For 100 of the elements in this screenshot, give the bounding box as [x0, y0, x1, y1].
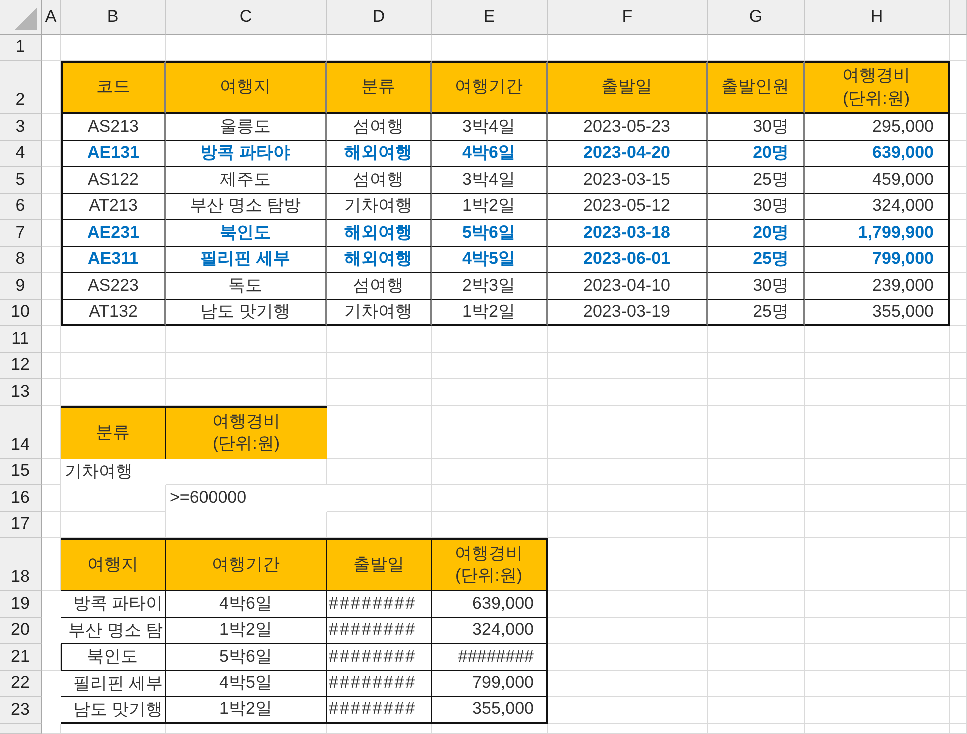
empty-cell[interactable] — [708, 512, 805, 538]
row-header[interactable]: 5 — [0, 167, 42, 194]
empty-cell[interactable] — [327, 458, 432, 485]
empty-cell[interactable] — [805, 618, 950, 644]
row-header[interactable]: 18 — [0, 538, 42, 591]
empty-cell[interactable] — [327, 352, 432, 379]
empty-cell[interactable] — [432, 485, 548, 512]
table-cell: 324,000 — [432, 618, 548, 644]
empty-cell[interactable] — [805, 379, 950, 406]
empty-cell[interactable] — [950, 406, 967, 458]
table-cell: 2023-04-20 — [548, 140, 708, 167]
column-header[interactable]: B — [61, 0, 166, 35]
table-cell: AS122 — [61, 167, 166, 194]
empty-cell[interactable] — [432, 406, 548, 458]
empty-cell[interactable] — [548, 724, 708, 734]
empty-cell[interactable] — [950, 458, 967, 485]
table-cell: 324,000 — [805, 194, 950, 220]
empty-cell[interactable] — [548, 458, 708, 485]
column-header[interactable] — [950, 0, 967, 35]
row-header[interactable]: 4 — [0, 140, 42, 167]
empty-cell[interactable] — [805, 485, 950, 512]
empty-cell[interactable] — [708, 485, 805, 512]
empty-cell[interactable] — [708, 352, 805, 379]
row-header[interactable] — [0, 724, 42, 734]
empty-cell[interactable] — [548, 406, 708, 458]
empty-cell[interactable] — [708, 644, 805, 670]
row-header[interactable]: 16 — [0, 485, 42, 512]
empty-cell[interactable] — [432, 458, 548, 485]
empty-cell[interactable] — [950, 326, 967, 352]
empty-cell[interactable] — [708, 697, 805, 724]
empty-cell[interactable] — [950, 618, 967, 644]
empty-cell[interactable] — [805, 724, 950, 734]
row-header[interactable]: 23 — [0, 697, 42, 724]
empty-cell[interactable] — [432, 352, 548, 379]
row-header[interactable]: 20 — [0, 618, 42, 644]
row-header[interactable]: 14 — [0, 406, 42, 458]
row-header[interactable]: 6 — [0, 194, 42, 220]
empty-cell[interactable] — [950, 724, 967, 734]
column-header[interactable]: G — [708, 0, 805, 35]
empty-cell[interactable] — [950, 379, 967, 406]
empty-cell[interactable] — [950, 591, 967, 618]
empty-cell[interactable] — [61, 352, 166, 379]
empty-cell[interactable] — [950, 697, 967, 724]
empty-cell[interactable] — [708, 591, 805, 618]
row-header[interactable]: 12 — [0, 352, 42, 379]
row-header[interactable]: 11 — [0, 326, 42, 352]
row-header[interactable]: 2 — [0, 61, 42, 114]
empty-cell[interactable] — [805, 591, 950, 618]
column-header[interactable]: F — [548, 0, 708, 35]
empty-cell[interactable] — [950, 352, 967, 379]
row-header[interactable]: 15 — [0, 458, 42, 485]
row-header[interactable]: 17 — [0, 512, 42, 538]
row-header[interactable]: 7 — [0, 220, 42, 246]
empty-cell[interactable] — [708, 379, 805, 406]
row-header[interactable]: 10 — [0, 300, 42, 326]
column-header[interactable]: A — [42, 0, 61, 35]
empty-cell[interactable] — [805, 406, 950, 458]
row-header[interactable]: 22 — [0, 670, 42, 697]
empty-cell[interactable] — [950, 512, 967, 538]
empty-cell[interactable] — [548, 352, 708, 379]
table-cell: 2023-03-15 — [548, 167, 708, 194]
empty-cell[interactable] — [950, 670, 967, 697]
empty-cell[interactable] — [548, 512, 708, 538]
row-header[interactable]: 1 — [0, 35, 42, 61]
empty-cell[interactable] — [950, 485, 967, 512]
empty-cell[interactable] — [805, 538, 950, 591]
empty-cell[interactable] — [708, 458, 805, 485]
empty-cell[interactable] — [327, 379, 432, 406]
row-header[interactable]: 13 — [0, 379, 42, 406]
empty-cell[interactable] — [708, 670, 805, 697]
empty-cell[interactable] — [805, 644, 950, 670]
column-header[interactable]: D — [327, 0, 432, 35]
empty-cell[interactable] — [708, 406, 805, 458]
empty-cell[interactable] — [708, 724, 805, 734]
select-all-button[interactable] — [0, 0, 42, 35]
empty-cell[interactable] — [805, 670, 950, 697]
row-header[interactable]: 8 — [0, 246, 42, 273]
table-cell: 25명 — [708, 246, 805, 273]
empty-cell[interactable] — [805, 512, 950, 538]
empty-cell[interactable] — [548, 379, 708, 406]
table-cell: 639,000 — [432, 591, 548, 618]
table-cell: 4박5일 — [166, 670, 327, 697]
header-cell: 출발일 — [327, 538, 432, 591]
empty-cell[interactable] — [805, 697, 950, 724]
row-header[interactable]: 3 — [0, 114, 42, 140]
row-header[interactable]: 9 — [0, 273, 42, 300]
row-header[interactable]: 19 — [0, 591, 42, 618]
empty-cell[interactable] — [805, 352, 950, 379]
empty-cell[interactable] — [548, 485, 708, 512]
empty-cell[interactable] — [805, 458, 950, 485]
column-header[interactable]: E — [432, 0, 548, 35]
column-header[interactable]: H — [805, 0, 950, 35]
empty-cell[interactable] — [166, 352, 327, 379]
empty-cell[interactable] — [432, 379, 548, 406]
row-header[interactable]: 21 — [0, 644, 42, 670]
empty-cell[interactable] — [950, 538, 967, 591]
column-header[interactable]: C — [166, 0, 327, 35]
empty-cell[interactable] — [708, 618, 805, 644]
empty-cell[interactable] — [950, 644, 967, 670]
empty-cell[interactable] — [708, 538, 805, 591]
